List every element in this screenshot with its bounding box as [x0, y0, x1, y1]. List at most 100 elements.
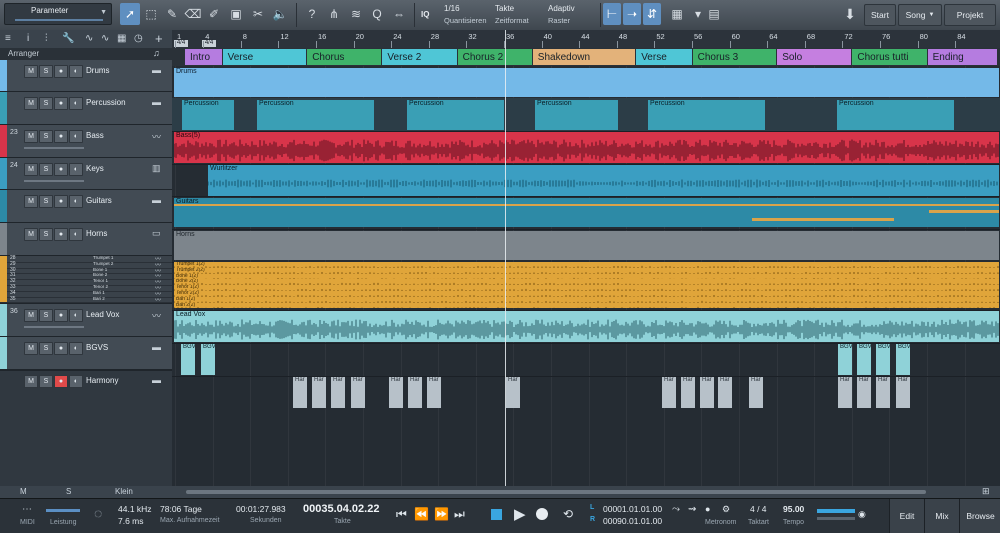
arranger-section[interactable]: Verse: [222, 49, 307, 65]
timeline-ruler[interactable]: 4/4 4/4 1 4 8 12 16 20 24 28 32 36 40 44 48 52 56 60 64 6…: [172, 30, 1000, 49]
harmony-clip[interactable]: Har: [749, 377, 763, 408]
bgvs-clip[interactable]: BGVs: [181, 344, 195, 375]
automation-icon[interactable]: ∿: [85, 33, 93, 44]
arrow-tool-icon[interactable]: ➚: [120, 3, 140, 25]
volume-fader[interactable]: [24, 147, 84, 149]
drums-clip[interactable]: Drums: [174, 68, 999, 97]
info-icon[interactable]: i: [27, 33, 29, 44]
listen-tool-icon[interactable]: 🔈: [270, 3, 290, 25]
toggle-icon[interactable]: ◉: [858, 509, 866, 520]
track-name[interactable]: Bass: [86, 131, 104, 140]
mute-button[interactable]: M: [24, 97, 38, 110]
timebase-select[interactable]: Takte: [495, 4, 514, 13]
scroll-thumb[interactable]: [186, 490, 926, 494]
arranger-section[interactable]: Ending: [927, 49, 998, 65]
harmony-clip[interactable]: Har: [876, 377, 890, 408]
loop-end[interactable]: 00090.01.01.00: [603, 516, 662, 526]
track-header[interactable]: M S ● ◐ Drums ▬: [0, 60, 172, 92]
track-name[interactable]: Drums: [86, 66, 110, 75]
quantize-select[interactable]: 1/16: [444, 4, 460, 13]
track-header[interactable]: M S ● ◐ BGVS ▬: [0, 337, 172, 370]
monitor-button[interactable]: ◐: [69, 375, 83, 388]
bgvs-clip[interactable]: BGVs: [896, 344, 910, 375]
track-header[interactable]: M S ● ◐ Guitars ▬: [0, 190, 172, 223]
harmony-clip[interactable]: Har: [312, 377, 326, 408]
follow-icon[interactable]: ➝: [623, 3, 641, 25]
harmony-clip[interactable]: Har: [351, 377, 365, 408]
keys-clip[interactable]: Wurlitzer: [208, 165, 999, 196]
mute-button[interactable]: M: [24, 375, 38, 388]
percussion-clip[interactable]: Percussion: [182, 100, 234, 130]
harmony-clip[interactable]: Har: [896, 377, 910, 408]
autopunch-icon[interactable]: ⇝: [688, 504, 696, 515]
autoscroll-icon[interactable]: ⊢: [603, 3, 621, 25]
bgvs-clip[interactable]: BGVs: [838, 344, 852, 375]
metronome-icon[interactable]: ●: [705, 504, 710, 514]
return-to-zero-icon[interactable]: ⏮: [396, 507, 407, 522]
film-icon[interactable]: ▤: [704, 3, 724, 25]
monitor-button[interactable]: ◐: [69, 97, 83, 110]
lead-vox-clip[interactable]: Lead Vox: [174, 311, 999, 342]
inspector-icon[interactable]: ⫶: [45, 33, 48, 44]
add-track-icon[interactable]: +: [155, 31, 163, 46]
record-arm-button[interactable]: ●: [54, 228, 68, 241]
solo-button[interactable]: S: [39, 65, 53, 78]
track-name[interactable]: Lead Vox: [86, 310, 119, 319]
play-icon[interactable]: ▶: [514, 505, 526, 523]
browse-button[interactable]: Browse: [959, 499, 1000, 533]
track-name[interactable]: Percussion: [86, 98, 126, 107]
time-signature-display[interactable]: 4 / 4: [750, 504, 767, 514]
record-arm-button[interactable]: ●: [54, 342, 68, 355]
iq-button[interactable]: IQ: [421, 10, 429, 19]
monitor-button[interactable]: ◐: [69, 309, 83, 322]
arrange-view[interactable]: Drums Percussion Percussion Percussion Percu…: [172, 66, 1000, 487]
solo-button[interactable]: S: [39, 375, 53, 388]
track-header[interactable]: 36 M S ● ◐ Lead Vox 〰: [0, 304, 172, 337]
arranger-section[interactable]: Solo: [777, 49, 852, 65]
volume-fader[interactable]: [24, 180, 84, 182]
monitor-button[interactable]: ◐: [69, 130, 83, 143]
eraser-tool-icon[interactable]: ⌫: [183, 3, 203, 25]
record-button[interactable]: [536, 508, 548, 520]
percussion-clip[interactable]: Percussion: [257, 100, 374, 130]
arranger-section[interactable]: Shakedown: [532, 49, 636, 65]
harmony-clip[interactable]: Har: [718, 377, 732, 408]
solo-button[interactable]: S: [39, 195, 53, 208]
volume-fader[interactable]: [24, 326, 84, 328]
nudge-icon[interactable]: ⇵: [643, 3, 661, 25]
monitor-button[interactable]: ◐: [69, 195, 83, 208]
layout-grid-icon[interactable]: ▦: [667, 3, 687, 25]
arranger-section[interactable]: Chorus 2: [457, 49, 532, 65]
split-tool-icon[interactable]: ▣: [226, 3, 246, 25]
horn-subtrack[interactable]: 35 Bari 2 〰: [0, 296, 172, 304]
harmony-clip[interactable]: Har: [662, 377, 676, 408]
solo-button[interactable]: S: [39, 163, 53, 176]
wrench-icon[interactable]: 🔧: [62, 33, 74, 44]
track-header[interactable]: 24 M S ● ◐ Keys ▥: [0, 158, 172, 190]
horn-part-clip[interactable]: Bari 2(2): [174, 302, 999, 309]
harmony-clip[interactable]: Har: [700, 377, 714, 408]
track-name[interactable]: BGVS: [86, 343, 108, 352]
arranger-section[interactable]: Chorus tutti: [852, 49, 927, 65]
mute-button[interactable]: M: [24, 228, 38, 241]
solo-button[interactable]: S: [39, 97, 53, 110]
snap-icon[interactable]: ⇔: [389, 3, 409, 25]
mix-button[interactable]: Mix: [924, 499, 959, 533]
track-header[interactable]: 23 M S ● ◐ Bass 〰: [0, 125, 172, 158]
song-button[interactable]: Song ▼: [898, 4, 942, 26]
solo-button[interactable]: S: [39, 228, 53, 241]
bass-clip[interactable]: Bass(5): [174, 132, 999, 163]
zoom-icon[interactable]: Q: [367, 3, 387, 25]
clock-icon[interactable]: ◷: [134, 33, 143, 44]
audio-bend-icon[interactable]: ⋔: [324, 3, 344, 25]
end-icon[interactable]: ⏭: [454, 507, 465, 522]
monitor-button[interactable]: ◐: [69, 342, 83, 355]
zoom-in-icon[interactable]: ⊞: [982, 486, 990, 497]
edit-button[interactable]: Edit: [889, 499, 924, 533]
size-m-button[interactable]: M: [20, 487, 27, 496]
mute-button[interactable]: M: [24, 130, 38, 143]
harmony-clip[interactable]: Har: [838, 377, 852, 408]
record-arm-button[interactable]: ●: [54, 97, 68, 110]
paint-tool-icon[interactable]: ✐: [204, 3, 224, 25]
percussion-clip[interactable]: Percussion: [407, 100, 504, 130]
